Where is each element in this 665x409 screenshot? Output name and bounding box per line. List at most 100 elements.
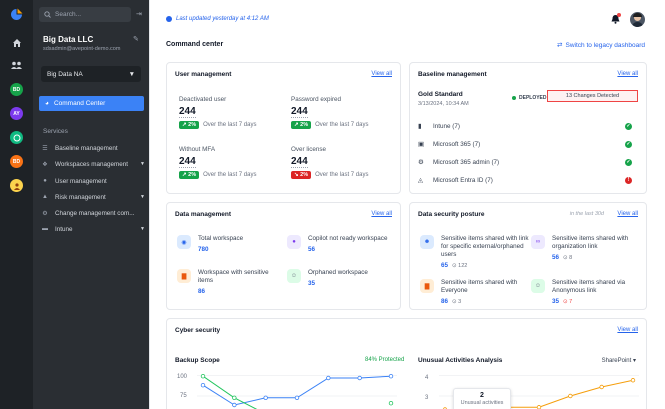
baseline-name: Gold Standard: [418, 91, 463, 98]
card-title: Baseline management: [418, 71, 487, 78]
period-label: in the last 30d: [569, 211, 604, 217]
globe-icon[interactable]: [10, 131, 23, 144]
y-tick-label: 75: [180, 393, 187, 399]
app-logo-icon[interactable]: [10, 8, 23, 21]
data-point: [232, 402, 237, 408]
user-share-icon: ☻: [420, 235, 434, 249]
warning-icon: ▲: [42, 194, 48, 200]
view-all-link[interactable]: View all: [371, 71, 392, 77]
deactivated-user-stat[interactable]: Deactivated user 244 ↗ 2% Over the last 7…: [179, 96, 256, 129]
nav-baseline-management[interactable]: ☰ Baseline management: [41, 142, 145, 154]
backup-scope-title: Backup Scope: [175, 357, 220, 364]
baseline-row-m365-admin[interactable]: ⚙ Microsoft 365 admin (7) ✓: [418, 156, 632, 168]
data-point: [200, 383, 206, 388]
nav-user-management[interactable]: ● User management: [41, 175, 145, 187]
globe-icon: ◉: [177, 235, 191, 249]
password-expired-stat[interactable]: Password expired 244 ↗ 2% Over the last 7…: [291, 96, 368, 129]
chevron-down-icon: ▼: [140, 161, 145, 167]
nav-workspaces-management[interactable]: ❖ Workspaces management ▼: [41, 158, 145, 170]
baseline-row-entra[interactable]: ◬ Microsoft Entra ID (7)!: [418, 174, 632, 186]
notification-dot: [617, 13, 621, 17]
chevron-down-icon: ▼: [140, 194, 145, 200]
user-management-card: User management View all Deactivated use…: [166, 62, 401, 194]
user-email: sdsadmin@avepoint-demo.com: [43, 46, 121, 52]
sensitive-external-stat[interactable]: ☻ Sensitive items shared with link for s…: [420, 235, 530, 269]
entra-icon: ◬: [418, 176, 423, 184]
info-icon: [166, 16, 172, 22]
baseline-row-intune[interactable]: ▮ Intune (7) ✓: [418, 120, 632, 132]
chevron-down-icon: ▾: [632, 358, 636, 364]
card-title: Data management: [175, 211, 231, 218]
data-point: [536, 405, 542, 409]
sensitive-anonymous-stat[interactable]: ☺ Sensitive items shared via Anonymous l…: [531, 279, 641, 305]
person-avatar-icon[interactable]: [10, 179, 23, 192]
chevron-down-icon: ▼: [128, 70, 135, 78]
series-line-0: [202, 375, 392, 406]
workspace-badge-3[interactable]: BD: [10, 155, 23, 168]
baseline-row-m365[interactable]: ▣ Microsoft 365 (7) ✓: [418, 138, 632, 150]
page-title: Command center: [166, 41, 224, 48]
data-point: [200, 373, 206, 379]
workspace-badge-2[interactable]: AY: [10, 107, 23, 120]
data-point: [630, 378, 636, 383]
pin-icon[interactable]: ✎: [133, 35, 139, 43]
swap-icon: ⇄: [557, 42, 563, 49]
data-point: [263, 395, 268, 400]
folder-lock-icon: ▇: [420, 279, 434, 293]
trend-down-badge: ↘ 2%: [291, 171, 312, 179]
data-point: [357, 375, 362, 381]
trend-up-badge: ↗ 2%: [179, 121, 200, 129]
nav-risk-management[interactable]: ▲ Risk management ▼: [41, 191, 145, 203]
tenant-select[interactable]: Big Data NA ▼: [41, 66, 141, 82]
view-all-link[interactable]: View all: [617, 327, 638, 333]
workspace-icon: ❖: [42, 161, 48, 168]
dashboard-icon: ◕: [45, 100, 49, 107]
link-icon: ∞: [531, 235, 545, 249]
sensitive-everyone-stat[interactable]: ▇ Sensitive items shared with Everyone 86…: [420, 279, 530, 305]
notification-bell-icon[interactable]: [611, 13, 621, 26]
total-workspace-stat[interactable]: ◉ Total workspace 780: [177, 235, 277, 253]
check-icon: ✓: [625, 158, 632, 166]
y-tick-label: 3: [425, 395, 429, 401]
data-point: [232, 395, 237, 400]
changes-detected-badge[interactable]: 13 Changes Detected: [547, 90, 638, 102]
switch-legacy-link[interactable]: ⇄ Switch to legacy dashboard: [557, 41, 645, 50]
users-icon[interactable]: [10, 59, 23, 72]
folder-lock-icon: ▇: [177, 269, 191, 283]
status-badge: DEPLOYED: [512, 95, 547, 101]
sharepoint-filter[interactable]: SharePoint ▾: [602, 357, 636, 364]
baseline-management-card: Baseline management View all Gold Standa…: [409, 62, 647, 194]
sensitive-org-link-stat[interactable]: ∞ Sensitive items shared with organizati…: [531, 235, 641, 261]
workspace-badge-1[interactable]: BD: [10, 83, 23, 96]
orphaned-workspace-stat[interactable]: ☺ Orphaned workspace 35: [287, 269, 397, 287]
data-point: [388, 401, 394, 406]
nav-command-center[interactable]: ◕ Command Center: [39, 96, 144, 111]
unusual-activities-title: Unusual Activities Analysis: [418, 357, 503, 364]
card-title: User management: [175, 71, 232, 78]
trend-up-badge: ↗ 2%: [291, 121, 312, 129]
cyber-security-card: Cyber security View all Backup Scope 84%…: [166, 318, 647, 409]
nav-intune[interactable]: ▬ Intune ▼: [41, 223, 145, 235]
view-all-link[interactable]: View all: [617, 71, 638, 77]
home-icon[interactable]: [10, 36, 23, 49]
change-icon: ⚙: [42, 210, 48, 217]
search-input[interactable]: Search...: [39, 7, 131, 22]
app-rail: BD AY BD: [0, 0, 33, 409]
without-mfa-stat[interactable]: Without MFA 244 ↗ 2% Over the last 7 days: [179, 146, 256, 179]
protected-percent: 84% Protected: [365, 357, 405, 363]
view-all-link[interactable]: View all: [617, 211, 638, 217]
copilot-not-ready-stat[interactable]: ● Copilot not ready workspace 56: [287, 235, 397, 253]
sensitive-workspace-stat[interactable]: ▇ Workspace with sensitive items 86: [177, 269, 285, 295]
gear-icon: ⚙: [418, 158, 424, 166]
over-license-stat[interactable]: Over license 244 ↘ 2% Over the last 7 day…: [291, 146, 368, 179]
nav-change-management[interactable]: ⚙ Change management com...: [41, 207, 145, 219]
error-icon: !: [625, 176, 632, 184]
data-point: [568, 393, 573, 399]
user-icon: ●: [43, 178, 47, 184]
copilot-icon: ●: [287, 235, 301, 249]
data-management-card: Data management View all ◉ Total workspa…: [166, 202, 401, 310]
user-avatar[interactable]: [630, 12, 645, 27]
collapse-sidebar-icon[interactable]: ⇥: [136, 10, 142, 18]
view-all-link[interactable]: View all: [371, 211, 392, 217]
y-tick-label: 4: [425, 375, 429, 381]
